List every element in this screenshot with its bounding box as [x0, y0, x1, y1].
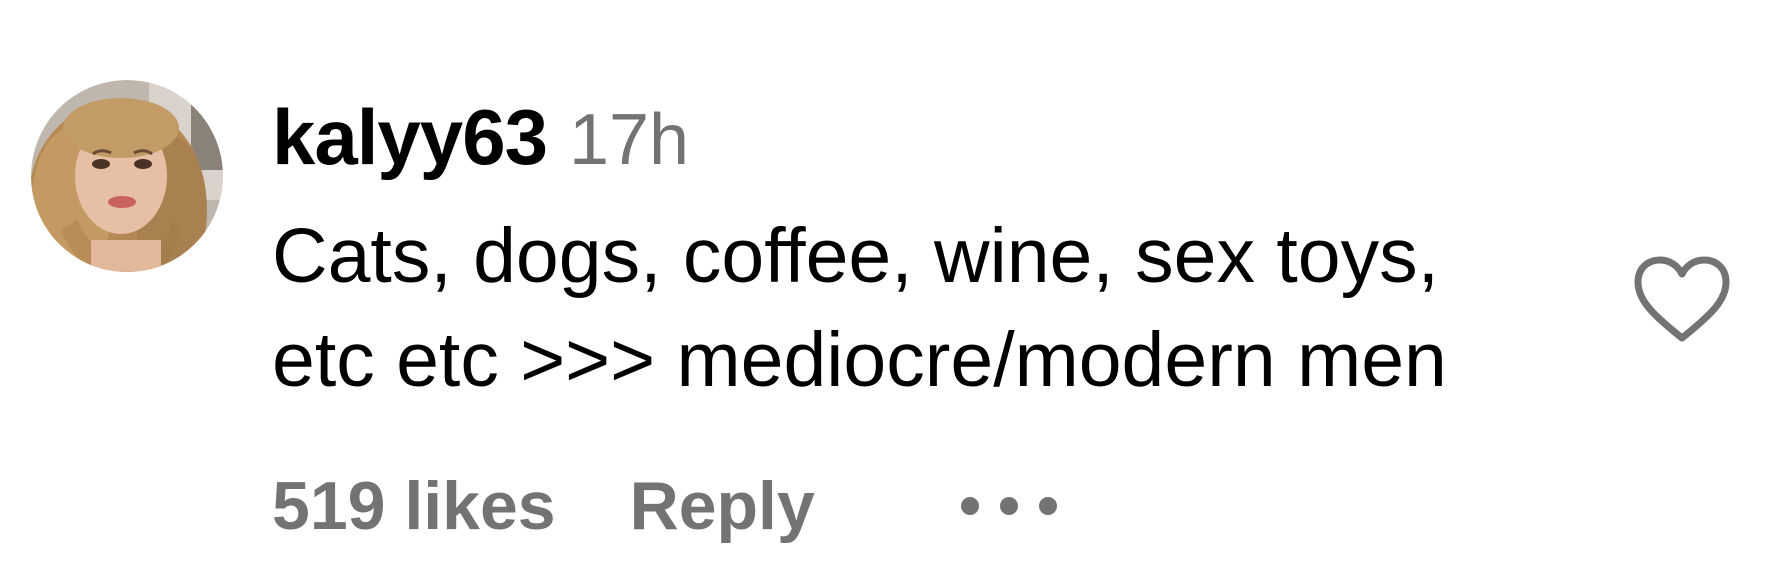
- likes-count-button[interactable]: 519 likes: [272, 466, 556, 546]
- dot: [1038, 497, 1057, 515]
- more-options-icon[interactable]: [960, 486, 1057, 526]
- comment-item: kalyy63 17h Cats, dogs, coffee, wine, sex…: [0, 0, 1776, 563]
- avatar-image: [31, 80, 223, 272]
- comment-text: Cats, dogs, coffee, wine, sex toys, etc …: [272, 213, 1447, 403]
- heart-outline-icon[interactable]: [1632, 254, 1732, 346]
- username-link[interactable]: kalyy63: [272, 93, 548, 181]
- reply-button[interactable]: Reply: [630, 466, 815, 546]
- avatar[interactable]: [31, 80, 223, 272]
- comment-header: kalyy63 17h: [272, 93, 690, 181]
- comment-actions: 519 likes Reply: [272, 466, 1057, 546]
- dot: [960, 497, 979, 515]
- dot: [999, 497, 1018, 515]
- timestamp: 17h: [568, 100, 690, 180]
